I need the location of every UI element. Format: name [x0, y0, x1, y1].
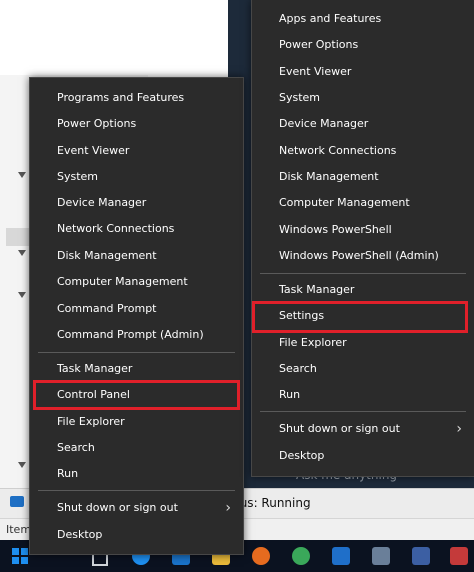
menu-item-network-connections[interactable]: Network Connections: [30, 217, 243, 241]
menu-item-command-prompt[interactable]: Command Prompt: [30, 297, 243, 321]
winx-menu-left: Programs and Features Power Options Event …: [29, 77, 244, 555]
menu-item-device-manager[interactable]: Device Manager: [30, 191, 243, 215]
app-icon[interactable]: [450, 547, 468, 565]
menu-item-settings[interactable]: Settings: [252, 304, 474, 328]
chevron-right-icon: ›: [456, 421, 462, 437]
menu-item-run[interactable]: Run: [30, 462, 243, 486]
menu-item-windows-powershell-admin[interactable]: Windows PowerShell (Admin): [252, 244, 474, 268]
network-app-icon[interactable]: [372, 547, 390, 565]
menu-item-search[interactable]: Search: [30, 436, 243, 460]
menu-item-search[interactable]: Search: [252, 357, 474, 381]
winx-menu-right: Apps and Features Power Options Event View…: [251, 0, 474, 477]
status-text: tus: Running: [235, 496, 311, 510]
chrome-icon[interactable]: [292, 547, 310, 565]
menu-separator: [38, 352, 235, 353]
expand-arrow-icon: [18, 462, 26, 468]
chevron-right-icon: ›: [225, 500, 231, 516]
menu-item-event-viewer[interactable]: Event Viewer: [30, 139, 243, 163]
menu-item-file-explorer[interactable]: File Explorer: [252, 331, 474, 355]
menu-item-network-connections[interactable]: Network Connections: [252, 139, 474, 163]
menu-item-computer-management[interactable]: Computer Management: [252, 191, 474, 215]
menu-separator: [260, 273, 466, 274]
submenu-indicator: ›: [30, 496, 243, 520]
menu-item-event-viewer[interactable]: Event Viewer: [252, 60, 474, 84]
expand-arrow-icon: [18, 172, 26, 178]
menu-item-disk-management[interactable]: Disk Management: [30, 244, 243, 268]
menu-item-desktop[interactable]: Desktop: [30, 523, 243, 547]
menu-item-computer-management[interactable]: Computer Management: [30, 270, 243, 294]
menu-item-task-manager[interactable]: Task Manager: [252, 278, 474, 302]
windows-start-icon[interactable]: [12, 548, 28, 564]
mail-icon: [10, 496, 24, 507]
background-panel: [0, 0, 148, 75]
menu-item-task-manager[interactable]: Task Manager: [30, 357, 243, 381]
menu-item-disk-management[interactable]: Disk Management: [252, 165, 474, 189]
remote-desktop-icon[interactable]: [412, 547, 430, 565]
menu-separator: [260, 411, 466, 412]
firefox-icon[interactable]: [252, 547, 270, 565]
menu-item-desktop[interactable]: Desktop: [252, 444, 474, 468]
menu-item-control-panel[interactable]: Control Panel: [30, 383, 243, 407]
menu-item-system[interactable]: System: [252, 86, 474, 110]
menu-item-file-explorer[interactable]: File Explorer: [30, 410, 243, 434]
menu-item-power-options[interactable]: Power Options: [252, 33, 474, 57]
outlook-icon[interactable]: [332, 547, 350, 565]
menu-item-device-manager[interactable]: Device Manager: [252, 112, 474, 136]
expand-arrow-icon: [18, 292, 26, 298]
menu-separator: [38, 490, 235, 491]
menu-item-windows-powershell[interactable]: Windows PowerShell: [252, 218, 474, 242]
submenu-indicator: ›: [252, 417, 474, 441]
menu-item-apps-and-features[interactable]: Apps and Features: [252, 7, 474, 31]
menu-item-run[interactable]: Run: [252, 383, 474, 407]
menu-item-system[interactable]: System: [30, 165, 243, 189]
menu-item-command-prompt-admin[interactable]: Command Prompt (Admin): [30, 323, 243, 347]
menu-item-programs-and-features[interactable]: Programs and Features: [30, 86, 243, 110]
menu-item-power-options[interactable]: Power Options: [30, 112, 243, 136]
expand-arrow-icon: [18, 250, 26, 256]
